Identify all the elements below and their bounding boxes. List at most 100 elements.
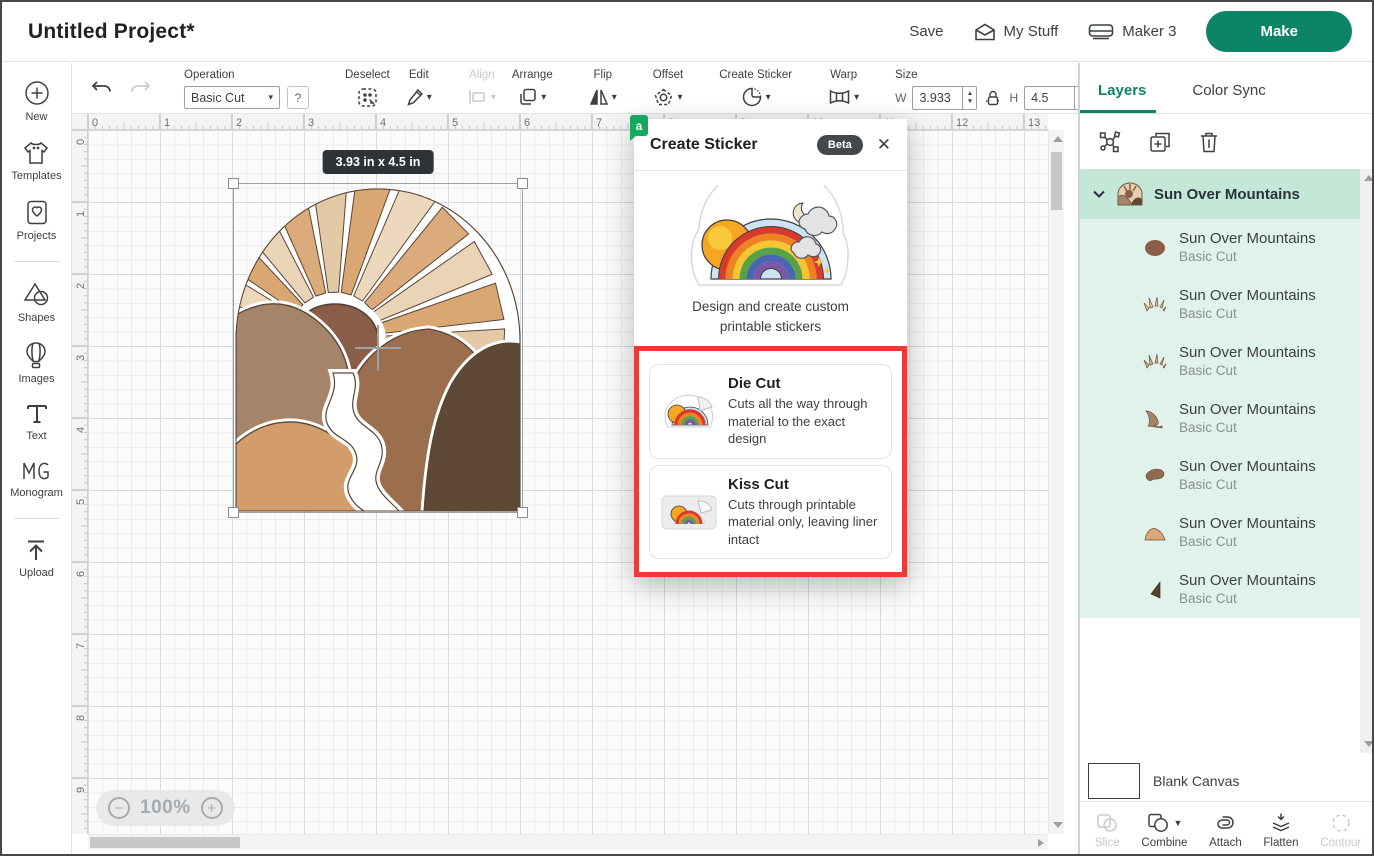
sidebar-item-monogram[interactable]: Monogram bbox=[10, 459, 63, 499]
contour-button[interactable]: Contour bbox=[1320, 812, 1361, 849]
selection-handle[interactable] bbox=[228, 178, 239, 189]
align-button[interactable]: Align ▾ bbox=[460, 63, 504, 113]
slice-button[interactable]: Slice bbox=[1095, 812, 1120, 849]
die-cut-option[interactable]: Die Cut Cuts all the way through materia… bbox=[649, 364, 892, 459]
operation-label: Operation bbox=[184, 69, 235, 81]
size-label: Size bbox=[895, 69, 917, 81]
deselect-button[interactable]: Deselect bbox=[337, 63, 398, 113]
blank-canvas-thumbnail bbox=[1088, 763, 1140, 799]
popup-caption: Design and create custom printable stick… bbox=[634, 297, 907, 346]
tab-layers[interactable]: Layers bbox=[1080, 63, 1156, 113]
paperclip-icon bbox=[1212, 812, 1238, 834]
attach-button[interactable]: Attach bbox=[1209, 812, 1242, 849]
offset-button[interactable]: Offset ▾ bbox=[645, 63, 691, 113]
tab-color-sync[interactable]: Color Sync bbox=[1174, 63, 1275, 113]
ungroup-button[interactable] bbox=[1098, 130, 1122, 154]
sidebar-item-templates[interactable]: Templates bbox=[11, 140, 61, 182]
zoom-control: − 100% + bbox=[96, 790, 235, 826]
combine-button[interactable]: ▼ Combine bbox=[1141, 812, 1187, 849]
layer-row[interactable]: Sun Over MountainsBasic Cut bbox=[1080, 333, 1360, 390]
scroll-up-arrow[interactable] bbox=[1053, 136, 1063, 142]
close-icon[interactable]: ✕ bbox=[877, 136, 891, 153]
width-value[interactable]: 3.933 bbox=[912, 86, 962, 110]
zoom-out-button[interactable]: − bbox=[108, 797, 130, 819]
layer-row[interactable]: Sun Over MountainsBasic Cut bbox=[1080, 390, 1360, 447]
make-button[interactable]: Make bbox=[1206, 11, 1352, 52]
sticker-icon bbox=[741, 86, 763, 108]
layer-thumbnail-sun bbox=[1143, 238, 1167, 258]
scroll-right-arrow[interactable] bbox=[1038, 839, 1044, 847]
layer-thumbnail-mountain bbox=[1143, 409, 1167, 429]
popup-title: Create Sticker bbox=[650, 136, 758, 154]
delete-button[interactable] bbox=[1198, 130, 1220, 154]
selection-box[interactable]: 3.93 in x 4.5 in bbox=[233, 183, 523, 513]
blank-canvas-row[interactable]: Blank Canvas bbox=[1080, 760, 1374, 801]
warp-label: Warp bbox=[830, 69, 857, 81]
create-sticker-label: Create Sticker bbox=[719, 69, 792, 81]
flip-button[interactable]: Flip ▾ bbox=[581, 63, 625, 113]
layer-row[interactable]: Sun Over MountainsBasic Cut bbox=[1080, 504, 1360, 561]
operation-help-button[interactable]: ? bbox=[287, 86, 309, 109]
flatten-button[interactable]: Flatten bbox=[1263, 812, 1298, 849]
layer-title: Sun Over Mountains bbox=[1179, 286, 1316, 306]
offset-icon bbox=[653, 87, 674, 107]
chevron-down-icon: ▾ bbox=[766, 92, 771, 103]
canvas-horizontal-scrollbar[interactable] bbox=[88, 834, 1048, 850]
edit-button[interactable]: Edit ▾ bbox=[398, 63, 440, 113]
layer-subtitle: Basic Cut bbox=[1179, 248, 1316, 266]
deselect-icon bbox=[357, 87, 378, 108]
create-sticker-button[interactable]: Create Sticker ▾ bbox=[711, 63, 800, 113]
scroll-down-arrow[interactable] bbox=[1364, 741, 1374, 747]
layer-title: Sun Over Mountains bbox=[1179, 343, 1316, 363]
scroll-up-arrow[interactable] bbox=[1364, 175, 1374, 181]
edit-toolbar: Operation Basic Cut ▾ ? Deselect Edit ▾ … bbox=[72, 63, 1078, 114]
sidebar-item-upload[interactable]: Upload bbox=[19, 538, 54, 579]
layer-row[interactable]: Sun Over MountainsBasic Cut bbox=[1080, 561, 1360, 618]
layer-row[interactable]: Sun Over MountainsBasic Cut bbox=[1080, 447, 1360, 504]
sidebar-item-text[interactable]: Text bbox=[24, 402, 50, 442]
machine-label: Maker 3 bbox=[1122, 23, 1176, 40]
zoom-in-button[interactable]: + bbox=[201, 797, 223, 819]
width-stepper[interactable]: ▲▼ bbox=[962, 86, 977, 110]
sidebar-label: Monogram bbox=[10, 487, 63, 499]
my-stuff-button[interactable]: My Stuff bbox=[974, 23, 1059, 41]
save-button[interactable]: Save bbox=[909, 23, 943, 40]
selection-handle[interactable] bbox=[517, 178, 528, 189]
height-value[interactable]: 4.5 bbox=[1024, 86, 1074, 110]
operation-select[interactable]: Basic Cut ▾ bbox=[184, 86, 280, 109]
offset-label: Offset bbox=[653, 69, 683, 81]
arrange-button[interactable]: Arrange ▾ bbox=[504, 63, 561, 113]
align-label: Align bbox=[469, 69, 495, 81]
sidebar-item-images[interactable]: Images bbox=[18, 341, 54, 385]
panel-scrollbar[interactable] bbox=[1360, 169, 1374, 753]
sidebar-item-shapes[interactable]: Shapes bbox=[18, 281, 55, 324]
width-input[interactable]: 3.933 ▲▼ bbox=[912, 86, 977, 110]
canvas-vertical-scrollbar[interactable] bbox=[1048, 130, 1064, 834]
project-title[interactable]: Untitled Project* bbox=[2, 20, 195, 44]
duplicate-button[interactable] bbox=[1148, 130, 1172, 154]
text-icon bbox=[24, 402, 50, 426]
layer-row[interactable]: Sun Over MountainsBasic Cut bbox=[1080, 219, 1360, 276]
arrange-icon bbox=[518, 87, 538, 107]
redo-button[interactable] bbox=[128, 78, 152, 98]
sidebar-label: Images bbox=[18, 373, 54, 385]
machine-select[interactable]: Maker 3 bbox=[1088, 23, 1176, 40]
sidebar-item-new[interactable]: New bbox=[23, 79, 51, 123]
popup-header: Create Sticker Beta ✕ bbox=[634, 119, 907, 171]
lock-icon[interactable] bbox=[985, 89, 1001, 107]
warp-button[interactable]: Warp ▾ bbox=[820, 63, 867, 113]
scrollbar-thumb[interactable] bbox=[1051, 152, 1062, 210]
blank-canvas-label: Blank Canvas bbox=[1153, 773, 1239, 789]
size-tooltip: 3.93 in x 4.5 in bbox=[323, 150, 434, 174]
create-sticker-popup: a Create Sticker Beta ✕ bbox=[634, 119, 907, 577]
scroll-down-arrow[interactable] bbox=[1053, 822, 1063, 828]
undo-button[interactable] bbox=[90, 78, 114, 98]
layer-group-header[interactable]: Sun Over Mountains bbox=[1080, 169, 1360, 219]
selection-handle[interactable] bbox=[517, 507, 528, 518]
selection-handle[interactable] bbox=[228, 507, 239, 518]
vertical-ruler: 0123456789 bbox=[72, 130, 88, 834]
scrollbar-thumb[interactable] bbox=[90, 837, 240, 848]
kiss-cut-option[interactable]: Kiss Cut Cuts through printable material… bbox=[649, 465, 892, 560]
layer-row[interactable]: Sun Over MountainsBasic Cut bbox=[1080, 276, 1360, 333]
sidebar-item-projects[interactable]: Projects bbox=[17, 199, 57, 242]
